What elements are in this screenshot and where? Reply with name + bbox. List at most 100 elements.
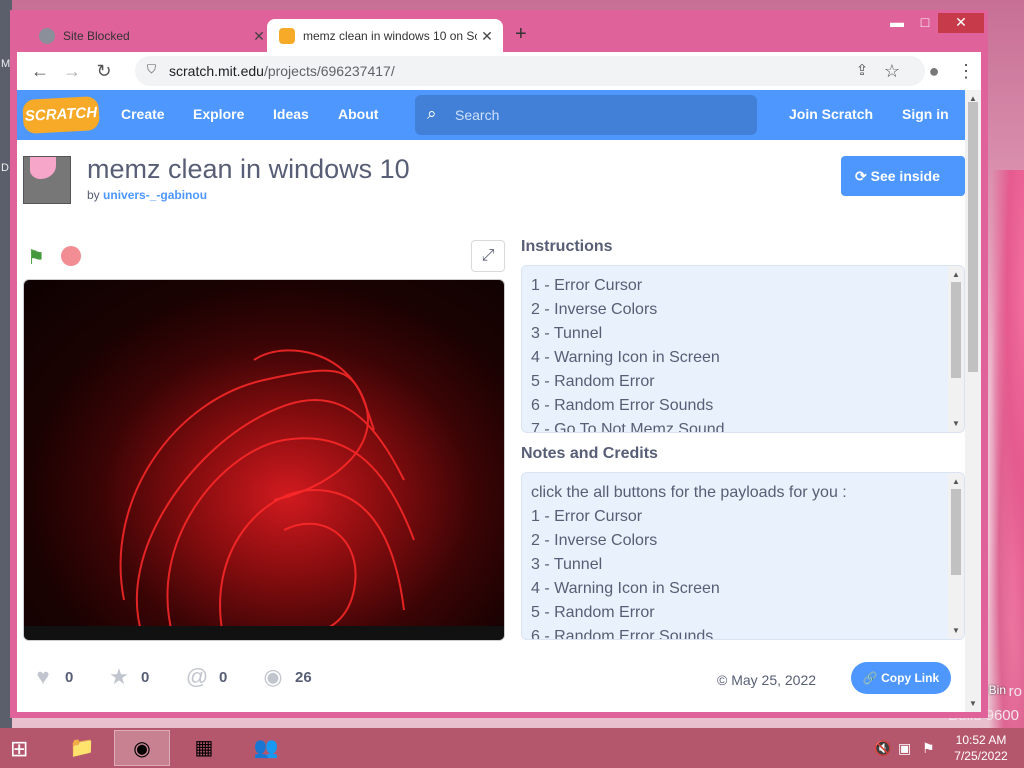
views-count: 26 (295, 668, 312, 686)
close-tab-icon[interactable]: ✕ (249, 28, 269, 45)
search-bar[interactable]: ⌕ Search (415, 95, 757, 135)
scratch-logo[interactable]: SCRATCH (22, 96, 100, 134)
network-icon[interactable]: ▣ (898, 740, 911, 757)
nav-ideas[interactable]: Ideas (273, 106, 309, 122)
views-stat: ◉ 26 (261, 664, 312, 690)
artwork-ribbon (135, 399, 405, 640)
edition-watermark: ro (1008, 683, 1022, 700)
green-flag-icon[interactable]: ⚑ (27, 245, 45, 270)
users-icon[interactable]: 👥 (238, 730, 294, 766)
browser-toolbar: ← → ↻ ⛉ scratch.mit.edu/projects/6962374… (17, 52, 981, 90)
project-stage[interactable] (23, 279, 505, 641)
list-item: 4 - Warning Icon in Screen (531, 349, 720, 366)
byline: by univers-_-gabinou (87, 188, 207, 202)
avatar-shape (30, 157, 56, 179)
menu-icon[interactable]: ⋮ (955, 60, 977, 82)
url-host: scratch.mit.edu (169, 63, 264, 79)
system-clock[interactable]: 10:52 AM 7/25/2022 (948, 732, 1014, 764)
browser-window: Site Blocked ✕ memz clean in windows 10 … (10, 10, 988, 718)
share-icon[interactable]: ⇪ (851, 60, 873, 82)
volume-muted-icon[interactable]: 🔇 (874, 740, 891, 757)
search-icon: ⌕ (427, 104, 437, 123)
notes-list: click the all buttons for the payloads f… (531, 481, 847, 639)
project-header: memz clean in windows 10 by univers-_-ga… (17, 152, 965, 210)
title-bar: Site Blocked ✕ memz clean in windows 10 … (10, 10, 988, 53)
nav-create[interactable]: Create (121, 106, 165, 122)
back-icon[interactable]: ← (29, 60, 51, 82)
join-scratch-link[interactable]: Join Scratch (789, 106, 873, 122)
artwork-ribbon (219, 488, 405, 640)
tab-title: memz clean in windows 10 on Sc (303, 29, 477, 43)
minimize-button[interactable]: ▬ (882, 13, 912, 33)
instructions-box[interactable]: 1 - Error Cursor 2 - Inverse Colors 3 - … (521, 265, 965, 433)
copy-link-button[interactable]: 🔗 Copy Link (851, 662, 951, 694)
url-text[interactable]: scratch.mit.edu/projects/696237417/ (169, 63, 395, 79)
eye-icon: ◉ (263, 664, 283, 689)
reload-icon[interactable]: ↻ (93, 60, 115, 82)
list-item: 2 - Inverse Colors (531, 532, 658, 549)
author-avatar[interactable] (23, 156, 71, 204)
notes-heading: Notes and Credits (521, 445, 658, 462)
scroll-up-icon[interactable]: ▲ (952, 477, 960, 486)
page-viewport: SCRATCH Create Explore Ideas About ⌕ Sea… (17, 90, 981, 712)
nav-explore[interactable]: Explore (193, 106, 244, 122)
lock-icon[interactable]: ⛉ (147, 62, 156, 77)
see-inside-button[interactable]: ⟳ See inside (841, 156, 965, 196)
remix-arrows-icon: ⟳ (855, 168, 867, 184)
artwork-ribbon (263, 522, 357, 637)
star-icon[interactable]: ★ (107, 664, 131, 690)
scroll-down-icon[interactable]: ▼ (969, 699, 977, 708)
page-scrollbar[interactable]: ▲ ▼ (965, 90, 981, 712)
artwork-ribbon (253, 349, 369, 501)
scrollbar-thumb[interactable] (951, 282, 961, 378)
list-item: 2 - Inverse Colors (531, 301, 658, 318)
tab-site-blocked[interactable]: Site Blocked ✕ (27, 19, 275, 53)
scroll-down-icon[interactable]: ▼ (952, 419, 960, 428)
chrome-icon[interactable]: ◉ (114, 730, 170, 766)
maximize-button[interactable]: □ (910, 13, 940, 33)
tab-scratch-project[interactable]: memz clean in windows 10 on Sc ✕ (267, 19, 503, 53)
love-count: 0 (65, 668, 74, 686)
clock-date: 7/25/2022 (954, 749, 1008, 763)
project-title: memz clean in windows 10 (87, 154, 410, 184)
fullscreen-icon[interactable]: ⤢ (471, 240, 505, 272)
scroll-up-icon[interactable]: ▲ (952, 270, 960, 279)
recycle-bin-label[interactable]: Bin (989, 683, 1006, 697)
windows-taskbar: ⊞ 📁 ◉ ▦ 👥 🔇 ▣ ⚑ 10:52 AM 7/25/2022 (0, 728, 1024, 768)
scroll-down-icon[interactable]: ▼ (952, 626, 960, 635)
desktop-icon-label: M (1, 58, 11, 70)
new-tab-button[interactable]: + (515, 23, 527, 46)
stop-sign-icon[interactable] (61, 246, 81, 266)
action-center-icon[interactable]: ⚑ (922, 740, 935, 757)
list-item: 4 - Warning Icon in Screen (531, 580, 720, 597)
close-tab-icon[interactable]: ✕ (477, 28, 497, 45)
scrollbar-thumb[interactable] (951, 489, 961, 575)
instructions-list: 1 - Error Cursor 2 - Inverse Colors 3 - … (531, 274, 725, 433)
instructions-scrollbar[interactable]: ▲ ▼ (948, 266, 964, 432)
project-stats: ♥ 0 ★ 0 @ 0 ◉ 26 © May 25, 2022 🔗 Copy L… (17, 660, 965, 694)
url-path: /projects/696237417/ (263, 63, 395, 79)
author-link[interactable]: univers-_-gabinou (103, 188, 207, 202)
list-item: 5 - Random Error (531, 373, 655, 390)
control-panel-icon[interactable]: ▦ (176, 730, 232, 766)
remix-stat: @ 0 (185, 664, 228, 690)
sign-in-link[interactable]: Sign in (902, 106, 949, 122)
love-stat[interactable]: ♥ 0 (31, 664, 73, 690)
favorite-stat[interactable]: ★ 0 (107, 664, 149, 690)
bookmark-star-icon[interactable]: ☆ (881, 60, 903, 82)
heart-icon[interactable]: ♥ (31, 664, 55, 690)
copy-link-label: Copy Link (881, 671, 940, 685)
profile-icon[interactable]: ● (923, 60, 945, 82)
notes-box[interactable]: click the all buttons for the payloads f… (521, 472, 965, 640)
nav-about[interactable]: About (338, 106, 378, 122)
address-bar[interactable]: ⛉ scratch.mit.edu/projects/696237417/ ⇪ … (135, 56, 925, 86)
close-window-button[interactable]: ✕ (938, 13, 984, 33)
list-item: 7 - Go To Not Memz Sound (531, 421, 725, 433)
search-input[interactable]: Search (455, 107, 499, 123)
windows-start-icon[interactable]: ⊞ (10, 736, 28, 762)
notes-scrollbar[interactable]: ▲ ▼ (948, 473, 964, 639)
scrollbar-thumb[interactable] (968, 102, 978, 372)
globe-icon (39, 28, 55, 44)
forward-icon[interactable]: → (61, 60, 83, 82)
file-explorer-icon[interactable]: 📁 (54, 730, 110, 766)
